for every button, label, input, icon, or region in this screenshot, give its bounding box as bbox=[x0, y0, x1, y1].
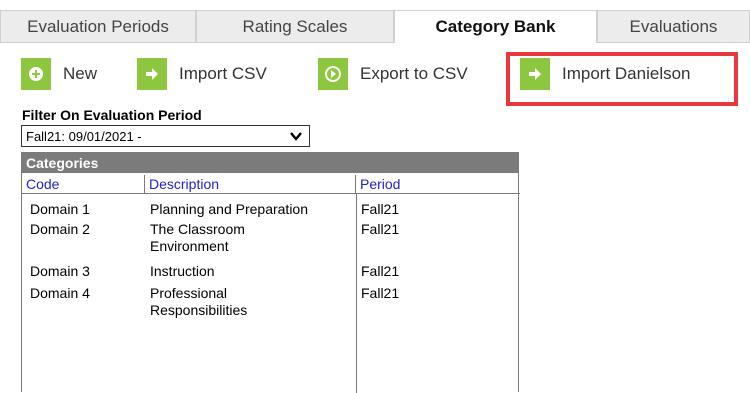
cell-code: Domain 1 bbox=[30, 201, 90, 217]
highlight-box bbox=[506, 52, 738, 106]
cell-description: Planning and Preparation bbox=[150, 201, 309, 217]
cell-code: Domain 3 bbox=[30, 263, 90, 279]
evaluation-period-select[interactable]: Fall21: 09/01/2021 - bbox=[21, 125, 310, 147]
arrow-right-icon bbox=[137, 58, 167, 90]
categories-panel-title: Categories bbox=[22, 153, 518, 173]
new-button[interactable]: New bbox=[21, 58, 97, 90]
circle-arrow-icon bbox=[318, 58, 348, 90]
cell-period: Fall21 bbox=[361, 285, 400, 301]
export-csv-button[interactable]: Export to CSV bbox=[318, 58, 468, 90]
column-header-period[interactable]: Period bbox=[356, 175, 520, 194]
categories-panel: Categories Code Description Period Domai… bbox=[21, 152, 520, 393]
new-button-label: New bbox=[63, 64, 98, 83]
column-header-code[interactable]: Code bbox=[22, 175, 145, 194]
cell-description: The Classroom Environment bbox=[150, 221, 245, 254]
cell-period: Fall21 bbox=[361, 201, 400, 217]
evaluation-period-select-value: Fall21: 09/01/2021 - bbox=[26, 128, 142, 144]
import-csv-button[interactable]: Import CSV bbox=[137, 58, 267, 90]
cell-period: Fall21 bbox=[361, 221, 400, 237]
cell-period: Fall21 bbox=[361, 263, 400, 279]
chevron-down-icon bbox=[289, 129, 303, 146]
cell-description: Professional Responsibilities bbox=[150, 285, 248, 318]
tab-category-bank[interactable]: Category Bank bbox=[394, 10, 597, 43]
cell-description: Instruction bbox=[150, 263, 215, 279]
export-csv-button-label: Export to CSV bbox=[360, 64, 468, 83]
plus-circle-icon bbox=[21, 58, 51, 90]
column-header-description[interactable]: Description bbox=[145, 175, 356, 194]
filter-label: Filter On Evaluation Period bbox=[22, 107, 202, 123]
tab-evaluations[interactable]: Evaluations bbox=[597, 10, 750, 42]
cell-code: Domain 4 bbox=[30, 285, 90, 301]
table-right-border bbox=[356, 194, 357, 393]
tab-rating-scales[interactable]: Rating Scales bbox=[196, 10, 394, 42]
tab-bar: Evaluation Periods Rating Scales Categor… bbox=[0, 0, 750, 43]
import-csv-button-label: Import CSV bbox=[179, 64, 267, 83]
tab-evaluation-periods[interactable]: Evaluation Periods bbox=[0, 10, 196, 42]
cell-code: Domain 2 bbox=[30, 221, 90, 237]
